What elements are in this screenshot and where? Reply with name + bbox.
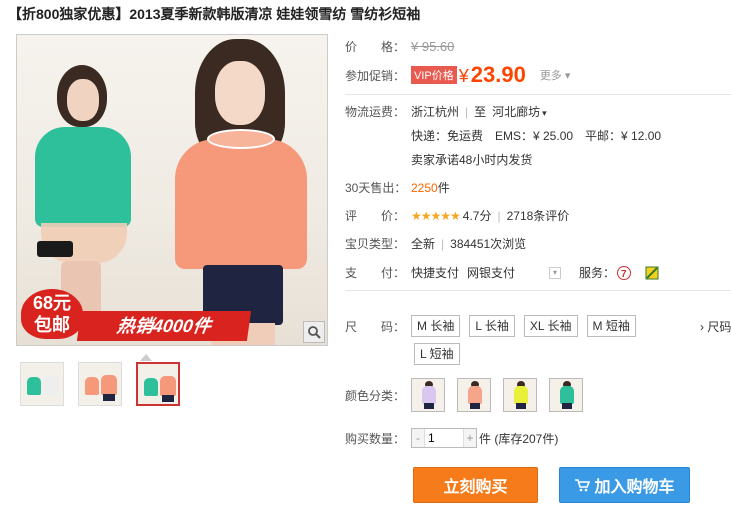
- add-to-cart-label: 加入购物车: [594, 479, 675, 496]
- condition-value: 全新: [411, 237, 436, 251]
- vip-price-tag: VIP价格: [411, 66, 457, 84]
- size-chart-link[interactable]: › 尺码: [700, 318, 731, 335]
- size-option-l-long[interactable]: L 长袖: [469, 315, 515, 337]
- size-option-m-long[interactable]: M 长袖: [411, 315, 461, 337]
- thumbnail-2[interactable]: [78, 362, 122, 406]
- quantity-increase-button[interactable]: +: [464, 429, 476, 447]
- sales-label: 30天售出：: [345, 181, 407, 195]
- color-swatch-yellow[interactable]: [503, 378, 537, 412]
- color-row: 颜色分类：: [345, 378, 595, 412]
- size-option-l-short[interactable]: L 短袖: [414, 343, 460, 365]
- quantity-stepper: - +: [411, 428, 477, 448]
- sales-unit: 件: [437, 181, 450, 195]
- color-swatch-orange[interactable]: [457, 378, 491, 412]
- more-promos-link[interactable]: 更多 ▾: [540, 67, 571, 83]
- ship-from: 浙江杭州: [411, 105, 460, 119]
- model-figure-left: [27, 65, 137, 331]
- shipping-promise: 卖家承诺48小时内发货: [411, 153, 533, 167]
- promo-price: ¥23.90: [458, 62, 526, 87]
- payment-row: 支 付： 快捷支付 网银支付 ▾ 服务： 7: [345, 264, 659, 281]
- quantity-decrease-button[interactable]: -: [412, 429, 424, 447]
- price-label: 价 格：: [345, 40, 406, 54]
- quantity-row: 购买数量： - + 件 (库存207件): [345, 428, 558, 448]
- size-option-xl-long[interactable]: XL 长袖: [523, 315, 578, 337]
- service-label: 服务：: [579, 266, 616, 280]
- condition-row: 宝贝类型： 全新 | 384451次浏览: [345, 236, 527, 252]
- shipping-row: 物流运费： 浙江杭州 | 至 河北廊坊 ▾: [345, 103, 547, 120]
- product-main-image[interactable]: 68元 包邮 热销4000件: [16, 34, 328, 346]
- star-rating-icon: ★★★★★: [411, 208, 461, 223]
- sales-count: 2250: [411, 180, 438, 195]
- size-row-2: L 短袖: [414, 343, 469, 365]
- payment-method-quick: 快捷支付: [411, 266, 460, 280]
- sales-row: 30天售出： 2250 件: [345, 179, 450, 196]
- payment-dropdown-icon[interactable]: ▾: [549, 266, 562, 279]
- promo-badge: 68元 包邮: [21, 289, 83, 339]
- svg-text:7: 7: [621, 269, 627, 280]
- size-label: 尺 码：: [345, 319, 406, 334]
- quantity-input[interactable]: [424, 429, 464, 447]
- shipping-fees: 快递：免运费 EMS：¥ 25.00 平邮：¥ 12.00: [411, 129, 662, 143]
- ship-to-selector[interactable]: 河北廊坊 ▾: [492, 103, 547, 120]
- divider: [345, 290, 731, 291]
- magnifier-icon[interactable]: [303, 321, 325, 343]
- thumbnail-strip: [20, 362, 180, 406]
- color-label: 颜色分类：: [345, 388, 406, 403]
- buy-now-label: 立刻购买: [443, 479, 508, 496]
- color-swatch-lavender[interactable]: [411, 378, 445, 412]
- quantity-label: 购买数量：: [345, 431, 406, 446]
- shipping-label: 物流运费：: [345, 105, 406, 119]
- divider: [345, 94, 731, 95]
- rating-label: 评 价：: [345, 209, 406, 223]
- thumbnail-1[interactable]: [20, 362, 64, 406]
- buy-now-button[interactable]: 立刻购买: [413, 467, 538, 503]
- thumbnail-indicator: [140, 354, 152, 361]
- price-row: 价 格： ¥ 95.60: [345, 38, 454, 55]
- condition-label: 宝贝类型：: [345, 237, 406, 251]
- seven-day-return-icon[interactable]: 7: [617, 265, 632, 280]
- promo-banner: 热销4000件: [76, 311, 252, 341]
- guarantee-icon[interactable]: [645, 266, 659, 280]
- ship-to-prefix: 至: [474, 105, 487, 119]
- reviews-link[interactable]: 2718条评价: [507, 207, 570, 224]
- promo-row: 参加促销： VIP价格 ¥23.90 更多 ▾: [345, 62, 570, 88]
- original-price: ¥ 95.60: [411, 39, 455, 54]
- size-option-m-short[interactable]: M 短袖: [586, 315, 636, 337]
- size-row: 尺 码： M 长袖 L 长袖 XL 长袖 M 短袖: [345, 315, 645, 337]
- add-to-cart-button[interactable]: 加入购物车: [559, 467, 690, 503]
- payment-label: 支 付：: [345, 266, 406, 280]
- model-figure-right: [157, 39, 327, 345]
- promo-label: 参加促销：: [345, 68, 406, 83]
- rating-row: 评 价： ★★★★★ 4.7分 | 2718条评价: [345, 207, 570, 224]
- stock-text: 件 (库存207件): [479, 431, 559, 446]
- payment-method-bank: 网银支付: [467, 266, 516, 280]
- cart-icon: [574, 478, 591, 492]
- chevron-down-icon: ▾: [542, 108, 547, 118]
- thumbnail-3[interactable]: [136, 362, 180, 406]
- rating-score: 4.7分: [462, 209, 492, 223]
- color-swatch-green[interactable]: [549, 378, 583, 412]
- product-title: 【折800独家优惠】2013夏季新款韩版清凉 娃娃领雪纺 雪纺衫短袖: [8, 6, 421, 22]
- view-count: 384451次浏览: [450, 237, 527, 251]
